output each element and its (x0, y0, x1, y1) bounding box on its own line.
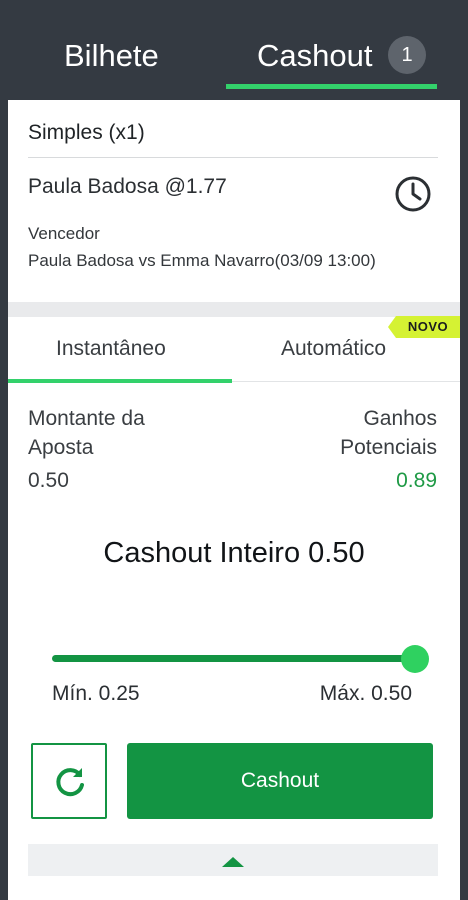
market-label: Vencedor (28, 224, 100, 243)
full-cashout-amount: 0.50 (308, 537, 365, 569)
cashout-slider-handle[interactable] (401, 645, 429, 673)
event-label: Paula Badosa vs Emma Navarro(03/09 13:00… (28, 251, 376, 270)
cashout-slider-track[interactable] (52, 655, 415, 662)
new-badge: NOVO (396, 316, 460, 338)
clock-icon (395, 176, 431, 212)
full-cashout-title: Cashout Inteiro 0.50 (8, 537, 460, 570)
active-tab-indicator (226, 84, 437, 89)
slider-max-label: Máx. 0.50 (319, 682, 412, 705)
selection-label: Paula Badosa @1.77 (28, 175, 227, 198)
active-mode-indicator (8, 379, 232, 383)
new-badge-notch (388, 316, 396, 338)
refresh-button[interactable] (31, 743, 107, 819)
expand-bar[interactable] (28, 844, 438, 876)
cashout-panel: Simples (x1) Paula Badosa @1.77 Vencedor… (8, 100, 460, 900)
tab-automatic[interactable]: Automático (281, 337, 386, 361)
stake-label: Montante da Aposta (28, 407, 145, 459)
top-tab-bar: Bilhete Cashout 1 (0, 0, 468, 100)
winnings-value: 0.89 (396, 469, 437, 492)
cashout-button[interactable]: Cashout (127, 743, 433, 819)
caret-up-icon (222, 857, 244, 867)
tab-instant[interactable]: Instantâneo (56, 337, 166, 361)
section-separator (8, 302, 460, 317)
full-cashout-label: Cashout Inteiro (103, 537, 301, 569)
refresh-icon (56, 768, 84, 797)
divider (28, 157, 438, 158)
cashout-count-badge: 1 (388, 36, 426, 74)
stake-value: 0.50 (28, 469, 69, 492)
tab-betslip[interactable]: Bilhete (64, 38, 159, 74)
winnings-label: Ganhos Potenciais (340, 407, 437, 459)
bet-type-title: Simples (x1) (28, 121, 145, 144)
tab-cashout[interactable]: Cashout (257, 38, 372, 74)
slider-min-label: Mín. 0.25 (52, 682, 140, 705)
